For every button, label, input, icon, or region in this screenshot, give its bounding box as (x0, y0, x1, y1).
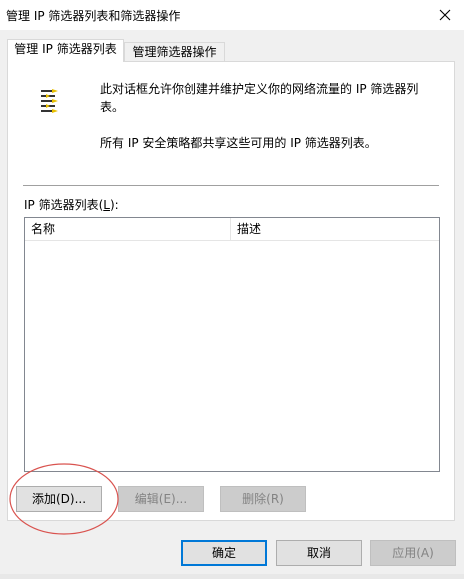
ok-button[interactable]: 确定 (181, 540, 267, 566)
edit-button[interactable]: 编辑(E)... (118, 486, 204, 512)
apply-button[interactable]: 应用(A) (370, 540, 456, 566)
separator-line (23, 185, 439, 187)
description-text-line-1: 此对话框允许你创建并维护定义你的网络流量的 IP 筛选器列 (100, 82, 419, 96)
title-bar: 管理 IP 筛选器列表和筛选器操作 (0, 0, 464, 30)
list-header: 名称 描述 (25, 218, 439, 241)
close-button[interactable] (432, 3, 458, 27)
add-button[interactable]: 添加(D)... (16, 486, 102, 512)
ip-filter-list-icon (41, 89, 58, 113)
cancel-button[interactable]: 取消 (276, 540, 362, 566)
accelerator-key: L (103, 198, 110, 212)
tab-panel: 此对话框允许你创建并维护定义你的网络流量的 IP 筛选器列 表。 所有 IP 安… (7, 61, 455, 535)
close-icon (439, 9, 451, 21)
delete-button[interactable]: 删除(R) (220, 486, 306, 512)
column-header-name[interactable]: 名称 (25, 218, 231, 240)
column-header-description[interactable]: 描述 (231, 218, 431, 240)
dialog-window: 管理 IP 筛选器列表和筛选器操作 管理 IP 筛选器列表 管理筛选器操作 此对… (0, 0, 464, 579)
tab-manage-ip-filter-lists[interactable]: 管理 IP 筛选器列表 (7, 39, 124, 62)
window-title: 管理 IP 筛选器列表和筛选器操作 (6, 9, 181, 23)
ip-filter-list-view[interactable]: 名称 描述 (24, 217, 440, 472)
ip-filter-list-label: IP 筛选器列表(L): (24, 198, 119, 212)
tab-manage-filter-actions[interactable]: 管理筛选器操作 (124, 42, 225, 62)
bottom-edge (0, 574, 464, 579)
shared-lists-note: 所有 IP 安全策略都共享这些可用的 IP 筛选器列表。 (100, 136, 377, 150)
description-text-line-2: 表。 (100, 100, 125, 114)
